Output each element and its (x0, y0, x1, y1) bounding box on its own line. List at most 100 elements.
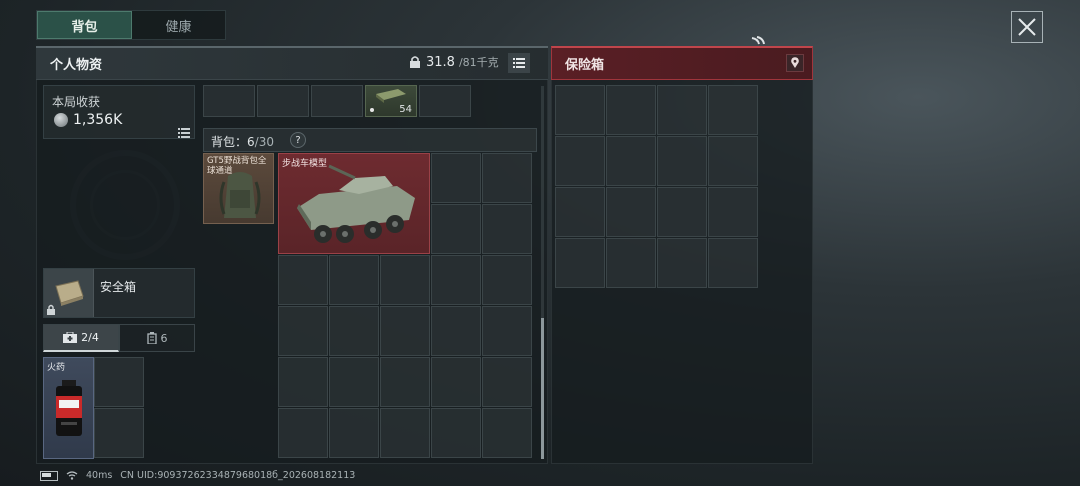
grid-cell[interactable] (482, 204, 532, 254)
canister-icon (146, 332, 157, 344)
grid-cell[interactable] (657, 136, 707, 186)
rig-slot[interactable] (419, 85, 471, 117)
weight-max: /81千克 (458, 56, 499, 69)
rig-slot[interactable] (311, 85, 363, 117)
grid-cell[interactable] (657, 238, 707, 288)
backpack-capacity: 背包：6/30 (211, 133, 274, 150)
grid-cell[interactable] (329, 357, 379, 407)
item-gunpowder[interactable]: 火药 (43, 357, 94, 459)
grid-cell[interactable] (606, 187, 656, 237)
grid-cell[interactable] (482, 153, 532, 203)
grid-cell[interactable] (431, 357, 481, 407)
grid-cell[interactable] (606, 136, 656, 186)
rig-slots-row: 54 (203, 85, 471, 117)
top-tabs: 背包 健康 (36, 10, 226, 40)
grid-cell[interactable] (431, 408, 481, 458)
scrollbar-thumb[interactable] (541, 318, 544, 459)
tab-consumables[interactable]: 6 (119, 324, 195, 352)
grid-cell[interactable] (657, 187, 707, 237)
weight-current: 31.8 (426, 54, 455, 70)
grid-cell[interactable] (555, 238, 605, 288)
grid-cell[interactable] (606, 85, 656, 135)
tab-backpack[interactable]: 背包 (37, 11, 132, 39)
status-dot (370, 108, 374, 112)
weight-readout: 31.8/81千克 (408, 54, 499, 70)
rig-slot[interactable] (203, 85, 255, 117)
ammo-count: 54 (399, 104, 412, 115)
insurance-box-title: 保险箱 (565, 58, 605, 73)
backpack-used: 6 (247, 135, 255, 149)
list-icon (178, 128, 190, 138)
medkit-icon (63, 332, 78, 343)
grid-cell[interactable] (278, 306, 328, 356)
grid-cell[interactable] (708, 238, 758, 288)
grid-cell[interactable] (329, 306, 379, 356)
tab-equipment[interactable]: 2/4 (43, 324, 119, 352)
earnings-amount: 1,356K (73, 112, 123, 128)
grid-cell[interactable] (482, 255, 532, 305)
grid-cell[interactable] (555, 187, 605, 237)
wifi-icon (66, 471, 78, 480)
insurance-box-grid (555, 85, 758, 288)
grid-cell[interactable] (380, 357, 430, 407)
grid-cell[interactable] (94, 357, 144, 407)
grid-cell[interactable] (657, 85, 707, 135)
gunpowder-can-icon (56, 380, 82, 436)
grid-cell[interactable] (380, 255, 430, 305)
status-bar: 40ms CN UID:9093726233487968018б_2026081… (40, 470, 355, 481)
grid-cell[interactable] (431, 306, 481, 356)
grid-cell[interactable] (482, 408, 532, 458)
weight-lock-icon (410, 56, 420, 68)
grid-cell[interactable] (708, 187, 758, 237)
ping-readout: 40ms (86, 470, 113, 481)
tab-health[interactable]: 健康 (132, 11, 225, 39)
list-icon (513, 58, 525, 68)
earnings-label: 本局收获 (52, 95, 101, 109)
grid-cell[interactable] (555, 136, 605, 186)
case-icon (54, 280, 84, 306)
grid-cell[interactable] (329, 408, 379, 458)
grid-cell[interactable] (555, 85, 605, 135)
secure-case-label: 安全箱 (100, 280, 137, 294)
grid-cell[interactable] (278, 357, 328, 407)
lock-icon (47, 304, 55, 315)
close-button[interactable] (1011, 11, 1043, 43)
grid-cell[interactable] (482, 306, 532, 356)
grid-cell[interactable] (278, 255, 328, 305)
grid-cell[interactable] (708, 85, 758, 135)
rig-slot[interactable] (257, 85, 309, 117)
close-icon (1018, 18, 1036, 36)
tab-consumables-count: 6 (160, 331, 168, 345)
grid-cell[interactable] (431, 204, 481, 254)
ammo-box-item[interactable]: 54 (365, 85, 417, 117)
backpack-icon (219, 172, 261, 218)
grid-cell[interactable] (431, 153, 481, 203)
grid-cell[interactable] (278, 408, 328, 458)
uid-readout: CN UID:9093726233487968018б_202608182113 (120, 470, 356, 481)
coin-icon (54, 113, 68, 127)
battery-icon (40, 470, 58, 481)
item-label: 火药 (47, 363, 66, 373)
locate-button[interactable] (786, 54, 804, 72)
backpack-total: /30 (254, 135, 274, 149)
earnings-value: 1,356K (54, 112, 122, 128)
sort-list-button[interactable] (508, 53, 530, 73)
grid-cell[interactable] (431, 255, 481, 305)
panel-title: 个人物资 (50, 58, 103, 73)
grid-cell[interactable] (94, 408, 144, 458)
grid-cell[interactable] (606, 238, 656, 288)
location-pin-icon (791, 57, 799, 68)
grid-cell[interactable] (380, 408, 430, 458)
armored-vehicle-icon (297, 164, 415, 243)
grid-cell[interactable] (380, 306, 430, 356)
tab-equipment-label: 2/4 (81, 331, 99, 344)
grid-cell[interactable] (482, 357, 532, 407)
grid-cell[interactable] (329, 255, 379, 305)
help-button[interactable]: ? (290, 132, 306, 148)
item-ifv-model[interactable]: 步战车模型 (278, 153, 430, 254)
item-backpack[interactable]: GT5野战背包全球通道 (203, 153, 274, 224)
grid-cell[interactable] (708, 136, 758, 186)
secure-case-tabs: 2/4 6 (43, 324, 195, 352)
earnings-details-button[interactable] (178, 123, 190, 142)
ammo-box-icon (376, 89, 406, 103)
